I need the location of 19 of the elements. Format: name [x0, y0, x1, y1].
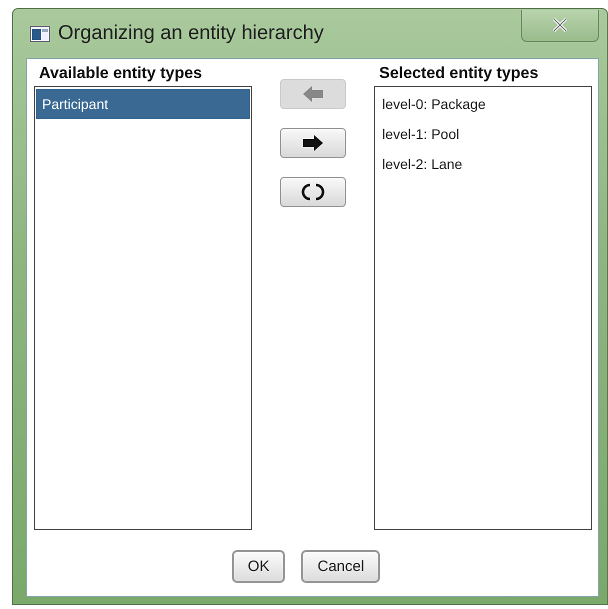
- close-icon: [552, 18, 568, 32]
- cancel-button[interactable]: Cancel: [301, 550, 380, 582]
- list-item[interactable]: level-0: Package: [376, 89, 590, 119]
- cycle-icon: [301, 182, 325, 202]
- left-arrow-icon: [301, 84, 325, 104]
- move-button[interactable]: [280, 128, 346, 158]
- list-item[interactable]: Participant: [36, 89, 250, 119]
- ok-button[interactable]: OK: [232, 550, 286, 582]
- list-item[interactable]: level-1: Pool: [376, 119, 590, 149]
- list-heading: Selected entity types: [378, 64, 540, 84]
- window-title: Organizing an entity hierarchy: [58, 22, 325, 45]
- right-arrow-icon: [301, 133, 325, 153]
- list-item[interactable]: level-2: Lane: [376, 149, 590, 179]
- window-icon: [30, 26, 50, 42]
- selected-list[interactable]: level-0: Package level-1: Pool level-2: Lane: [374, 86, 592, 530]
- list-heading: Available entity types: [38, 64, 204, 84]
- close-button[interactable]: [521, 10, 599, 42]
- available-list[interactable]: Participant: [34, 86, 252, 530]
- swap-button[interactable]: [280, 177, 346, 207]
